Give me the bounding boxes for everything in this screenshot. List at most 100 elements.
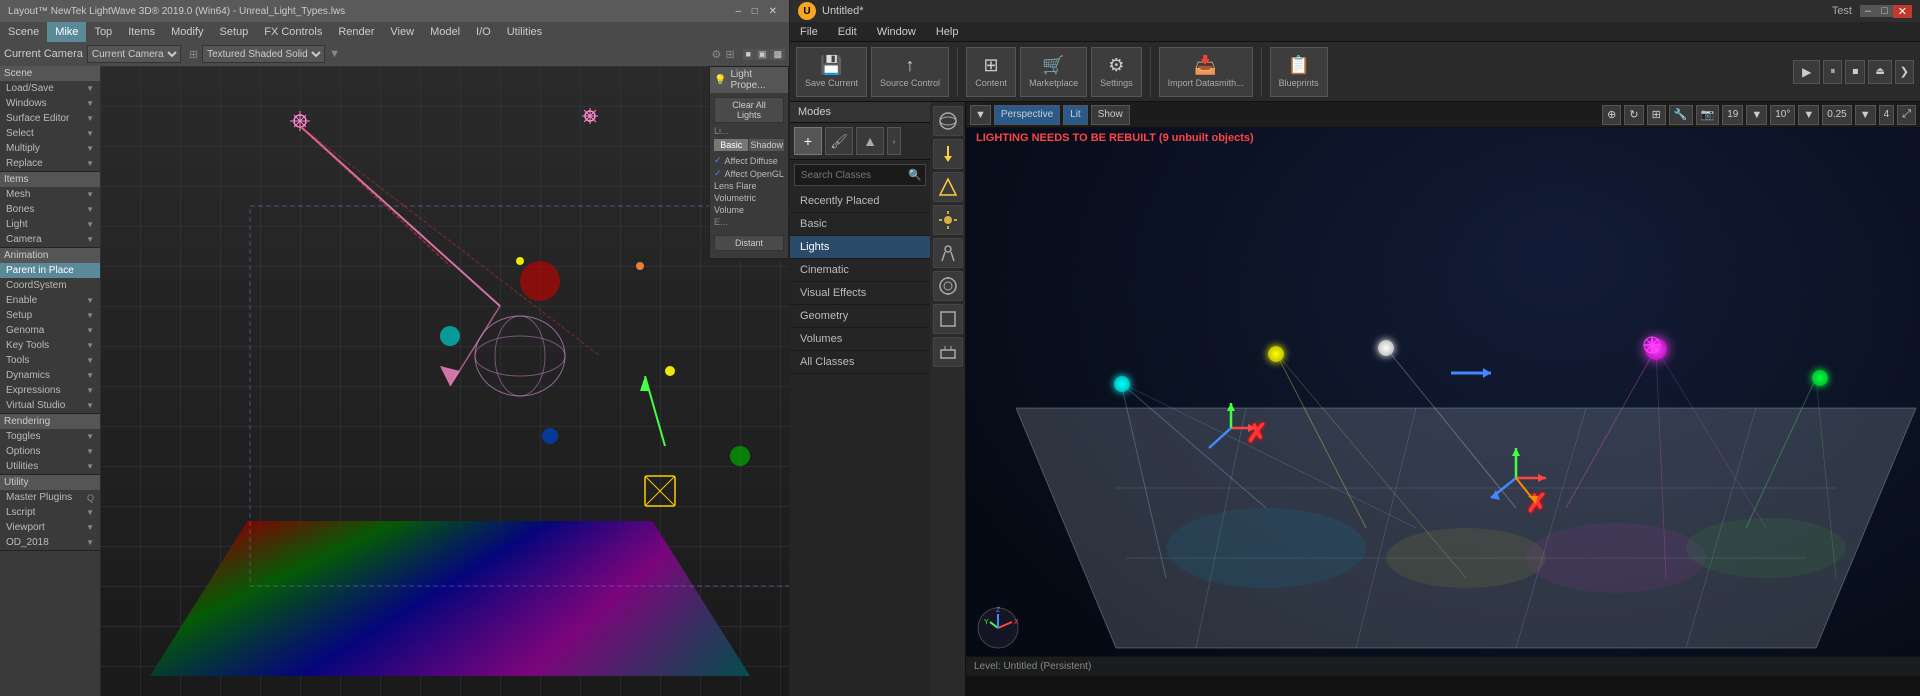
lw-shading-select[interactable]: Textured Shaded Solid: [202, 45, 325, 63]
lw-enable[interactable]: Enable ▼: [0, 293, 100, 308]
lw-master-plugins[interactable]: Master Plugins Q: [0, 490, 100, 505]
distant-btn[interactable]: Distant: [714, 235, 784, 251]
asset-emissive-icon[interactable]: [933, 337, 963, 367]
lw-surface-editor[interactable]: Surface Editor ▼: [0, 111, 100, 126]
settings-btn[interactable]: ⚙ Settings: [1091, 47, 1142, 97]
lw-camera-select[interactable]: Current Camera: [87, 45, 181, 63]
lw-camera-item[interactable]: Camera ▼: [0, 232, 100, 247]
blueprints-btn[interactable]: 📋 Blueprints: [1270, 47, 1328, 97]
ue-play-btn[interactable]: ▶: [1793, 60, 1820, 84]
lw-menu-top[interactable]: Top: [86, 22, 120, 42]
ue-light-node-yellow[interactable]: [1268, 346, 1284, 362]
basic-tab[interactable]: Basic: [714, 139, 748, 151]
lw-key-tools[interactable]: Key Tools ▼: [0, 338, 100, 353]
ue-eject-btn[interactable]: ⏏: [1868, 60, 1891, 84]
lw-light-item[interactable]: Light ▼: [0, 217, 100, 232]
class-geometry[interactable]: Geometry: [790, 305, 930, 328]
mode-tab-arrow[interactable]: ›: [887, 127, 901, 155]
viewport-perspective-dropdown-btn[interactable]: ▼: [970, 105, 991, 125]
ue-stop-btn[interactable]: ⏹: [1845, 60, 1865, 84]
lw-vp-btn-1[interactable]: ■: [743, 49, 754, 60]
ue-menu-window[interactable]: Window: [867, 22, 926, 41]
maximize-viewport-btn[interactable]: ⤢: [1897, 105, 1916, 125]
source-control-btn[interactable]: ↑ Source Control: [871, 47, 949, 97]
ue-arrow-expand-btn[interactable]: ❯: [1895, 60, 1914, 84]
lw-menu-render[interactable]: Render: [330, 22, 382, 42]
snap-btn[interactable]: 🔧: [1669, 105, 1693, 125]
ue-light-node-cyan[interactable]: [1114, 376, 1130, 392]
lw-menu-fxcontrols[interactable]: FX Controls: [256, 22, 330, 42]
lw-vp-btn-3[interactable]: ▩: [770, 49, 785, 60]
lw-settings-icon[interactable]: ⚙: [711, 48, 721, 61]
lw-options[interactable]: Options ▼: [0, 444, 100, 459]
lw-virtual-studio[interactable]: Virtual Studio ▼: [0, 398, 100, 413]
angle-dropdown-btn[interactable]: ▼: [1746, 105, 1767, 125]
lw-genoma[interactable]: Genoma ▼: [0, 323, 100, 338]
mode-tab-paint[interactable]: 🖌: [825, 127, 853, 155]
ue-menu-help[interactable]: Help: [926, 22, 969, 41]
ue-minimize-btn[interactable]: –: [1860, 5, 1876, 17]
affect-opengl-checkbox[interactable]: ✓ Affect OpenGL: [714, 168, 784, 179]
save-current-btn[interactable]: 💾 Save Current: [796, 47, 867, 97]
lw-mesh[interactable]: Mesh ▼: [0, 187, 100, 202]
lw-dynamics[interactable]: Dynamics ▼: [0, 368, 100, 383]
mode-tab-landscape[interactable]: ▲: [856, 127, 884, 155]
view-options-btn[interactable]: ▼: [1798, 105, 1819, 125]
lw-viewport[interactable]: 💡 Light Prope... Clear All Lights Li... …: [100, 66, 789, 696]
lw-menu-scene[interactable]: Scene: [0, 22, 47, 42]
class-basic[interactable]: Basic: [790, 213, 930, 236]
search-classes-input[interactable]: [794, 164, 926, 186]
lw-setup[interactable]: Setup ▼: [0, 308, 100, 323]
lw-menu-io[interactable]: I/O: [468, 22, 499, 42]
lw-dropdown-arrow[interactable]: ▼: [329, 48, 340, 60]
camera-speed-btn[interactable]: 📷: [1696, 105, 1720, 125]
perspective-btn[interactable]: Perspective: [994, 105, 1060, 125]
lw-menu-setup[interactable]: Setup: [212, 22, 257, 42]
lw-lscript[interactable]: Lscript ▼: [0, 505, 100, 520]
lw-menu-view[interactable]: View: [382, 22, 422, 42]
mode-tab-place[interactable]: +: [794, 127, 822, 155]
lw-parent-in-place[interactable]: Parent in Place: [0, 263, 100, 278]
lw-windows[interactable]: Windows ▼: [0, 96, 100, 111]
rotate-btn[interactable]: ↻: [1624, 105, 1643, 125]
lw-replace[interactable]: Replace ▼: [0, 156, 100, 171]
lit-btn[interactable]: Lit: [1063, 105, 1088, 125]
lw-tools[interactable]: Tools ▼: [0, 353, 100, 368]
ue-menu-file[interactable]: File: [790, 22, 828, 41]
ue-pause-btn[interactable]: ⏸: [1823, 60, 1842, 84]
asset-point-light-icon[interactable]: [933, 205, 963, 235]
import-datasmith-btn[interactable]: 📥 Import Datasmith...: [1159, 47, 1253, 97]
asset-sky-light-icon[interactable]: [933, 271, 963, 301]
class-recently-placed[interactable]: Recently Placed: [790, 190, 930, 213]
lw-minimize-btn[interactable]: –: [731, 6, 745, 17]
asset-directional-light-icon[interactable]: [933, 139, 963, 169]
ue-close-btn[interactable]: ✕: [1893, 5, 1912, 18]
lw-multiply[interactable]: Multiply ▼: [0, 141, 100, 156]
asset-spot-light-icon[interactable]: [933, 238, 963, 268]
class-cinematic[interactable]: Cinematic: [790, 259, 930, 282]
lw-coordsystem[interactable]: CoordSystem: [0, 278, 100, 293]
lw-close-btn[interactable]: ✕: [765, 6, 781, 17]
lw-vp-btn-2[interactable]: ▣: [755, 49, 770, 60]
asset-light-cone-icon[interactable]: [933, 172, 963, 202]
clear-all-lights-btn[interactable]: Clear All Lights: [714, 97, 784, 123]
lw-viewport-item[interactable]: Viewport ▼: [0, 520, 100, 535]
asset-sphere-icon[interactable]: [933, 106, 963, 136]
lw-grid-toggle-icon[interactable]: ⊞: [725, 48, 734, 61]
class-all-classes[interactable]: All Classes: [790, 351, 930, 374]
affect-diffuse-checkbox[interactable]: ✓ Affect Diffuse: [714, 155, 784, 166]
lw-utilities-item[interactable]: Utilities ▼: [0, 459, 100, 474]
lw-menu-utilities[interactable]: Utilities: [499, 22, 550, 42]
shadow-tab[interactable]: Shadow: [749, 139, 784, 151]
scale-dropdown-btn[interactable]: ▼: [1855, 105, 1876, 125]
lw-menu-model[interactable]: Model: [422, 22, 468, 42]
asset-rect-light-icon[interactable]: [933, 304, 963, 334]
lw-expressions[interactable]: Expressions ▼: [0, 383, 100, 398]
transform-btn[interactable]: ⊕: [1602, 105, 1621, 125]
marketplace-btn[interactable]: 🛒 Marketplace: [1020, 47, 1087, 97]
lw-toggles[interactable]: Toggles ▼: [0, 429, 100, 444]
ue-light-node-magenta[interactable]: [1645, 338, 1667, 360]
class-lights[interactable]: Lights: [790, 236, 930, 259]
class-visual-effects[interactable]: Visual Effects: [790, 282, 930, 305]
lw-bones[interactable]: Bones ▼: [0, 202, 100, 217]
